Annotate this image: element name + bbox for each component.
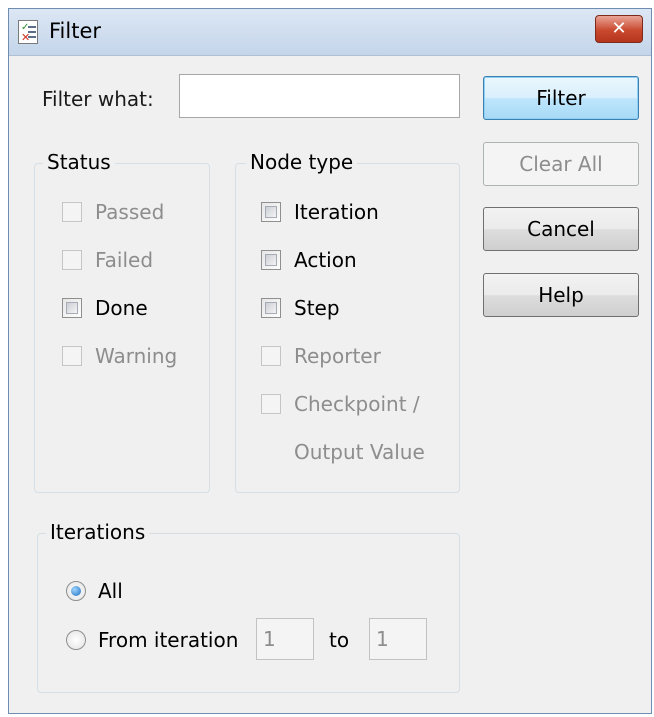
filter-dialog: ✓ ✕ Filter ✕ Filter what: Filter Clear A… [8, 8, 652, 714]
to-label: to [329, 628, 350, 652]
node-type-legend: Node type [246, 150, 358, 174]
status-legend: Status [43, 150, 115, 174]
checkpoint-label: Checkpoint / [294, 392, 420, 416]
filter-button[interactable]: Filter [483, 76, 639, 120]
help-button[interactable]: Help [483, 273, 639, 317]
failed-checkbox[interactable] [62, 250, 82, 270]
iterations-group: Iterations [37, 520, 460, 693]
step-label: Step [294, 296, 340, 320]
action-label: Action [294, 248, 357, 272]
filter-what-label: Filter what: [42, 87, 154, 111]
cancel-button[interactable]: Cancel [483, 207, 639, 251]
clear-all-button[interactable]: Clear All [483, 142, 639, 186]
passed-label: Passed [95, 200, 165, 224]
to-iteration-input[interactable]: 1 [369, 618, 427, 660]
checkpoint-checkbox[interactable] [261, 394, 281, 414]
filter-what-input[interactable] [179, 74, 460, 118]
warning-label: Warning [95, 344, 178, 368]
output-value-label: Output Value [294, 440, 425, 464]
close-icon: ✕ [611, 18, 627, 39]
from-iteration-radio[interactable] [66, 630, 86, 650]
from-iteration-input[interactable]: 1 [256, 618, 314, 660]
iteration-label: Iteration [294, 200, 379, 224]
all-radio-label: All [98, 579, 123, 603]
title-bar[interactable]: ✓ ✕ Filter ✕ [9, 9, 651, 56]
passed-checkbox[interactable] [62, 202, 82, 222]
window-title: Filter [49, 19, 102, 43]
iterations-legend: Iterations [46, 520, 150, 544]
filter-app-icon: ✓ ✕ [18, 20, 38, 44]
done-checkbox[interactable] [62, 298, 82, 318]
warning-checkbox[interactable] [62, 346, 82, 366]
reporter-label: Reporter [294, 344, 381, 368]
close-button[interactable]: ✕ [595, 15, 643, 43]
action-checkbox[interactable] [261, 250, 281, 270]
done-label: Done [95, 296, 148, 320]
step-checkbox[interactable] [261, 298, 281, 318]
failed-label: Failed [95, 248, 154, 272]
reporter-checkbox[interactable] [261, 346, 281, 366]
from-iteration-label: From iteration [98, 628, 239, 652]
all-radio[interactable] [66, 581, 86, 601]
iteration-checkbox[interactable] [261, 202, 281, 222]
